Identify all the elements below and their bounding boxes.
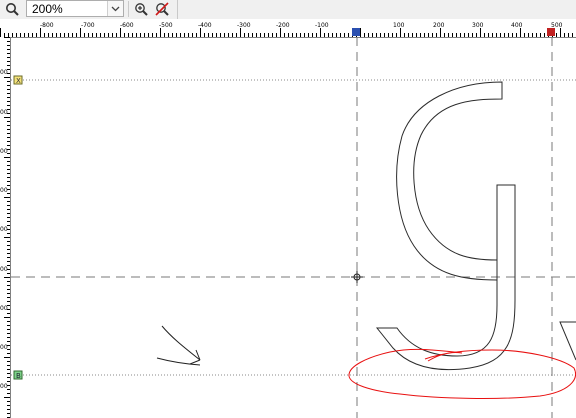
ruler-label: 300 xyxy=(472,22,484,29)
glyph-canvas[interactable]: X B xyxy=(0,0,576,418)
ruler-label: -500 xyxy=(159,22,173,29)
ascender-marker-label: X xyxy=(16,77,21,85)
ruler-label: -100 xyxy=(315,22,329,29)
ruler-label: 00 xyxy=(0,226,8,233)
ruler-label: 00 xyxy=(0,383,8,390)
ruler-label: 00 xyxy=(0,148,8,155)
toolbar-separator xyxy=(177,0,178,19)
ruler-label: -400 xyxy=(198,22,212,29)
glyph-outline-c[interactable] xyxy=(396,81,503,281)
ruler-label: 00 xyxy=(0,344,8,351)
red-annotation-circle xyxy=(348,348,576,399)
ruler-label: 100 xyxy=(393,22,405,29)
zoom-level-value: 200% xyxy=(32,2,63,16)
ruler-label: 00 xyxy=(0,109,8,116)
ruler-label: -600 xyxy=(120,22,134,29)
ruler-label: -200 xyxy=(276,22,290,29)
zoom-magnifier-icon xyxy=(6,3,19,16)
ruler-label: 00 xyxy=(0,305,8,312)
horizontal-ruler[interactable]: -800 -700 -600 -500 -400 -300 -200 -100 … xyxy=(0,19,576,38)
zoom-in-icon[interactable] xyxy=(133,1,150,18)
left-sidebearing-marker[interactable] xyxy=(352,28,360,36)
right-sidebearing-marker[interactable] xyxy=(547,28,555,36)
ascender-guide-handle[interactable]: X xyxy=(13,75,23,85)
glyph-outline-descender[interactable] xyxy=(375,184,516,371)
hand-drawn-arrow xyxy=(156,325,201,366)
ruler-label: 400 xyxy=(511,22,523,29)
toolbar: 200% xyxy=(0,0,576,20)
chevron-down-icon xyxy=(111,6,120,12)
descender-marker-label: B xyxy=(16,372,21,380)
ruler-label: 00 xyxy=(0,266,8,273)
ruler-label: 200 xyxy=(433,22,445,29)
descender-guide-handle[interactable]: B xyxy=(13,370,23,380)
zoom-reset-icon[interactable] xyxy=(154,1,171,18)
zoom-dropdown-button[interactable] xyxy=(107,1,123,16)
ruler-label: 00 xyxy=(0,69,8,76)
zoom-level-select[interactable]: 200% xyxy=(26,0,124,17)
ruler-label: -700 xyxy=(81,22,95,29)
origin-crosshair-icon[interactable] xyxy=(351,271,363,283)
ruler-label: 00 xyxy=(0,187,8,194)
ruler-label: -800 xyxy=(40,22,54,29)
toolbar-separator xyxy=(128,1,129,17)
vertical-ruler[interactable]: 00 00 00 00 00 00 00 00 00 xyxy=(0,37,11,418)
ruler-label: -300 xyxy=(237,22,251,29)
glyph-outline-next[interactable] xyxy=(559,321,576,361)
